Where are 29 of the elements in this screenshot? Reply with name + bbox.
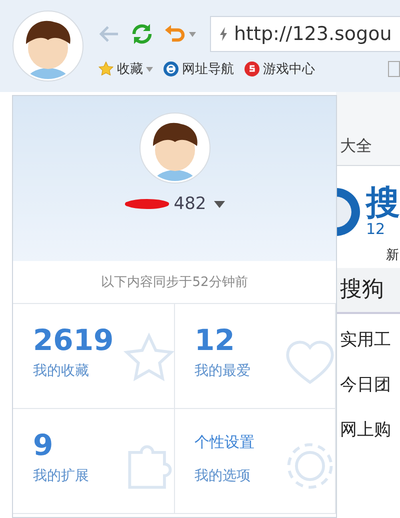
sogou-logo-icon: [163, 61, 179, 77]
tab-text[interactable]: 新: [386, 248, 399, 263]
logo-text: 搜: [366, 186, 400, 220]
user-avatar[interactable]: [12, 10, 84, 82]
address-field[interactable]: http://123.sogou: [210, 16, 400, 52]
game-icon: [244, 61, 260, 77]
link-text[interactable]: 实用工: [340, 330, 391, 350]
settings-link[interactable]: 个性设置: [194, 427, 254, 463]
username[interactable]: 482: [174, 194, 206, 214]
bookmark-link[interactable]: 网址导航: [163, 60, 234, 78]
page-icon[interactable]: [388, 61, 400, 77]
profile-avatar[interactable]: [138, 112, 210, 184]
sync-note: 以下内容同步于52分钟前: [101, 274, 248, 291]
refresh-icon[interactable]: [130, 22, 154, 46]
bookmark-link[interactable]: 游戏中心: [244, 60, 315, 78]
count-number[interactable]: 12: [194, 322, 235, 358]
tab-text[interactable]: 大全: [340, 136, 372, 157]
lightning-icon: [219, 27, 228, 41]
count-number[interactable]: 2619: [33, 322, 114, 358]
logo-subtext: 12: [366, 220, 386, 238]
link-text[interactable]: 网上购: [340, 420, 391, 440]
section-heading: 搜狗: [340, 277, 384, 302]
count-number[interactable]: 9: [33, 427, 54, 463]
bookmark-link[interactable]: 收藏: [98, 60, 153, 78]
link-text[interactable]: 今日团: [340, 375, 391, 395]
back-icon[interactable]: [98, 25, 120, 43]
redaction-mark: [124, 199, 170, 209]
star-icon: [98, 61, 114, 77]
caret-icon[interactable]: [214, 200, 226, 208]
